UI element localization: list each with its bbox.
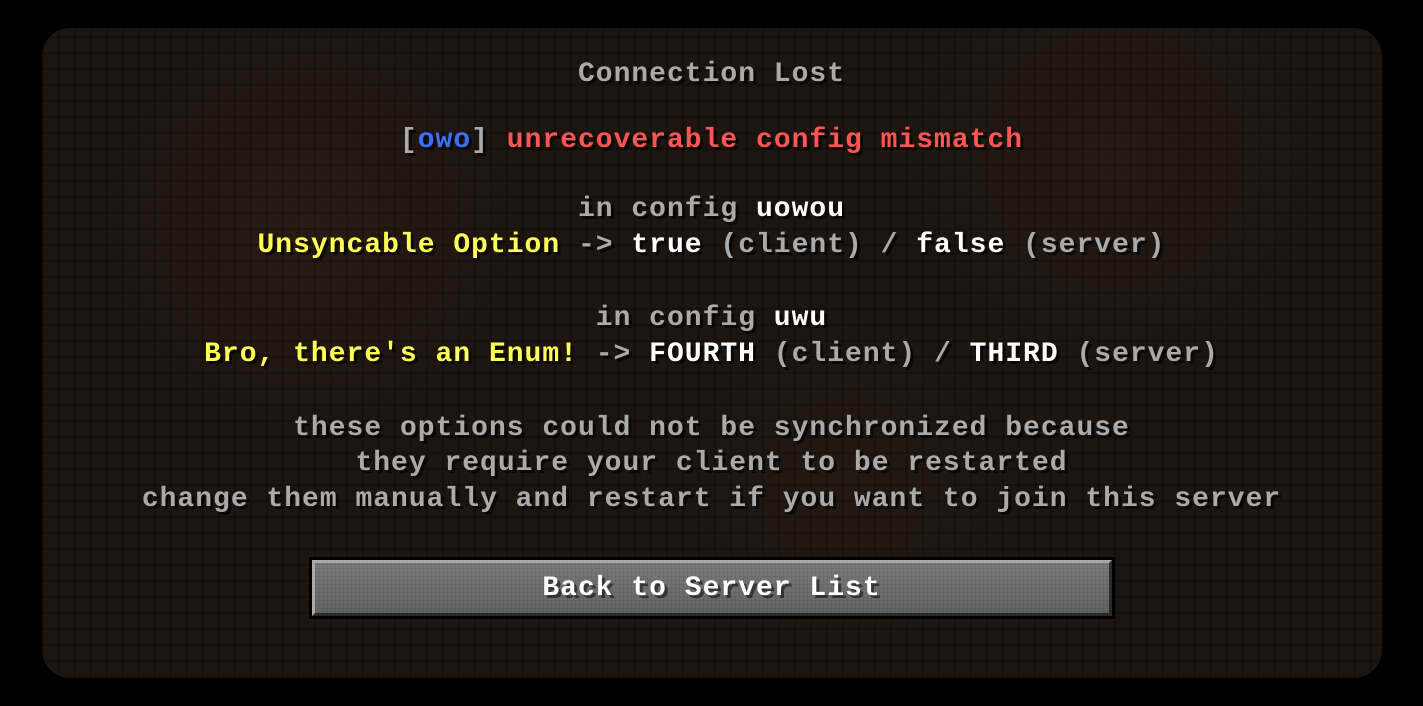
- disconnect-panel: Connection Lost [owo] unrecoverable conf…: [42, 28, 1382, 678]
- in-config-prefix: in config: [596, 303, 774, 334]
- in-config-prefix: in config: [578, 194, 756, 225]
- owo-tag: owo: [418, 125, 471, 156]
- footer-block: these options could not be synchronized …: [142, 412, 1281, 519]
- footer-line-1: these options could not be synchronized …: [142, 412, 1281, 446]
- title: Connection Lost: [578, 58, 845, 92]
- arrow: ->: [578, 339, 649, 370]
- arrow: ->: [560, 230, 631, 261]
- config-name: uowou: [756, 194, 845, 225]
- config-header: in config uowou: [258, 193, 1166, 227]
- config-group-0: in config uowou Unsyncable Option -> tru…: [258, 193, 1166, 264]
- config-detail: Bro, there's an Enum! -> FOURTH (client)…: [204, 338, 1219, 372]
- server-label: (server): [1005, 230, 1165, 261]
- client-label: (client): [703, 230, 881, 261]
- mismatch-line: [owo] unrecoverable config mismatch: [400, 124, 1023, 158]
- config-header: in config uwu: [204, 302, 1219, 336]
- client-label: (client): [756, 339, 934, 370]
- option-name: Bro, there's an Enum!: [204, 339, 578, 370]
- config-group-1: in config uwu Bro, there's an Enum! -> F…: [204, 302, 1219, 373]
- config-name: uwu: [774, 303, 827, 334]
- back-to-server-list-button[interactable]: Back to Server List: [312, 560, 1112, 616]
- footer-line-2: they require your client to be restarted: [142, 447, 1281, 481]
- bracket-close: ]: [471, 125, 489, 156]
- button-label: Back to Server List: [542, 573, 880, 604]
- slash: /: [934, 339, 970, 370]
- client-value: true: [631, 230, 702, 261]
- footer-line-3: change them manually and restart if you …: [142, 483, 1281, 517]
- bracket-open: [: [400, 125, 418, 156]
- server-value: THIRD: [970, 339, 1059, 370]
- client-value: FOURTH: [649, 339, 756, 370]
- mismatch-message: unrecoverable config mismatch: [507, 125, 1023, 156]
- server-label: (server): [1059, 339, 1219, 370]
- config-detail: Unsyncable Option -> true (client) / fal…: [258, 229, 1166, 263]
- slash: /: [881, 230, 917, 261]
- server-value: false: [916, 230, 1005, 261]
- option-name: Unsyncable Option: [258, 230, 561, 261]
